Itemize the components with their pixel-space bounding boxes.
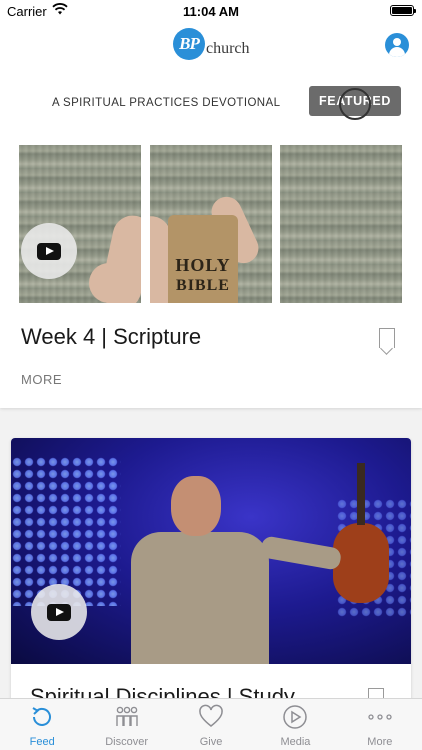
clock: 11:04 AM [183, 4, 239, 19]
guitar-image [333, 463, 389, 603]
status-bar: Carrier 11:04 AM [0, 0, 422, 22]
church-logo: BP church [173, 26, 250, 62]
tab-label: Give [199, 736, 223, 748]
devotional-title: A SPIRITUAL PRACTICES DEVOTIONAL [52, 97, 281, 109]
stage-lights [11, 456, 121, 606]
play-video-button[interactable] [31, 584, 87, 640]
app-header: BP church [0, 22, 422, 72]
refresh-icon [32, 707, 52, 726]
card-title[interactable]: Week 4 | Scripture [21, 324, 201, 350]
tab-feed[interactable]: Feed [0, 699, 84, 750]
image-panel-center: HOLY BIBLE [150, 145, 272, 303]
sermon-card[interactable]: Spiritual Disciplines | Study [11, 438, 411, 698]
play-icon [47, 603, 71, 621]
card-title[interactable]: Spiritual Disciplines | Study [30, 684, 295, 698]
tab-bar: Feed Discover Give Media More [0, 698, 422, 750]
logo-text: church [206, 40, 250, 57]
bookmark-icon[interactable] [368, 688, 384, 698]
tab-give[interactable]: Give [169, 699, 253, 750]
tab-discover[interactable]: Discover [84, 699, 168, 750]
tab-label: More [367, 736, 393, 748]
image-panel-right [280, 145, 402, 303]
profile-icon[interactable] [385, 33, 409, 57]
tab-label: Discover [105, 736, 148, 748]
holy-bible-image: HOLY BIBLE [168, 215, 238, 303]
play-icon [37, 242, 61, 260]
tab-label: Feed [29, 736, 55, 748]
tab-more[interactable]: More [338, 699, 422, 750]
people-icon [115, 706, 138, 726]
play-circle-icon [283, 705, 308, 729]
featured-image[interactable]: HOLY BIBLE [19, 145, 403, 303]
bookmark-icon[interactable] [379, 328, 395, 348]
more-link[interactable]: MORE [21, 372, 62, 387]
tab-media[interactable]: Media [253, 699, 337, 750]
heart-icon [199, 704, 223, 727]
featured-card[interactable]: A SPIRITUAL PRACTICES DEVOTIONAL FEATURE… [0, 72, 422, 408]
battery-icon [390, 5, 416, 16]
image-panel-left [19, 145, 141, 303]
touch-indicator [339, 88, 371, 120]
ellipsis-icon [368, 714, 392, 720]
logo-mark: BP [173, 28, 205, 60]
play-video-button[interactable] [21, 223, 77, 279]
speaker-image [123, 476, 343, 664]
tab-label: Media [280, 736, 311, 748]
feed-list[interactable]: A SPIRITUAL PRACTICES DEVOTIONAL FEATURE… [0, 72, 422, 698]
